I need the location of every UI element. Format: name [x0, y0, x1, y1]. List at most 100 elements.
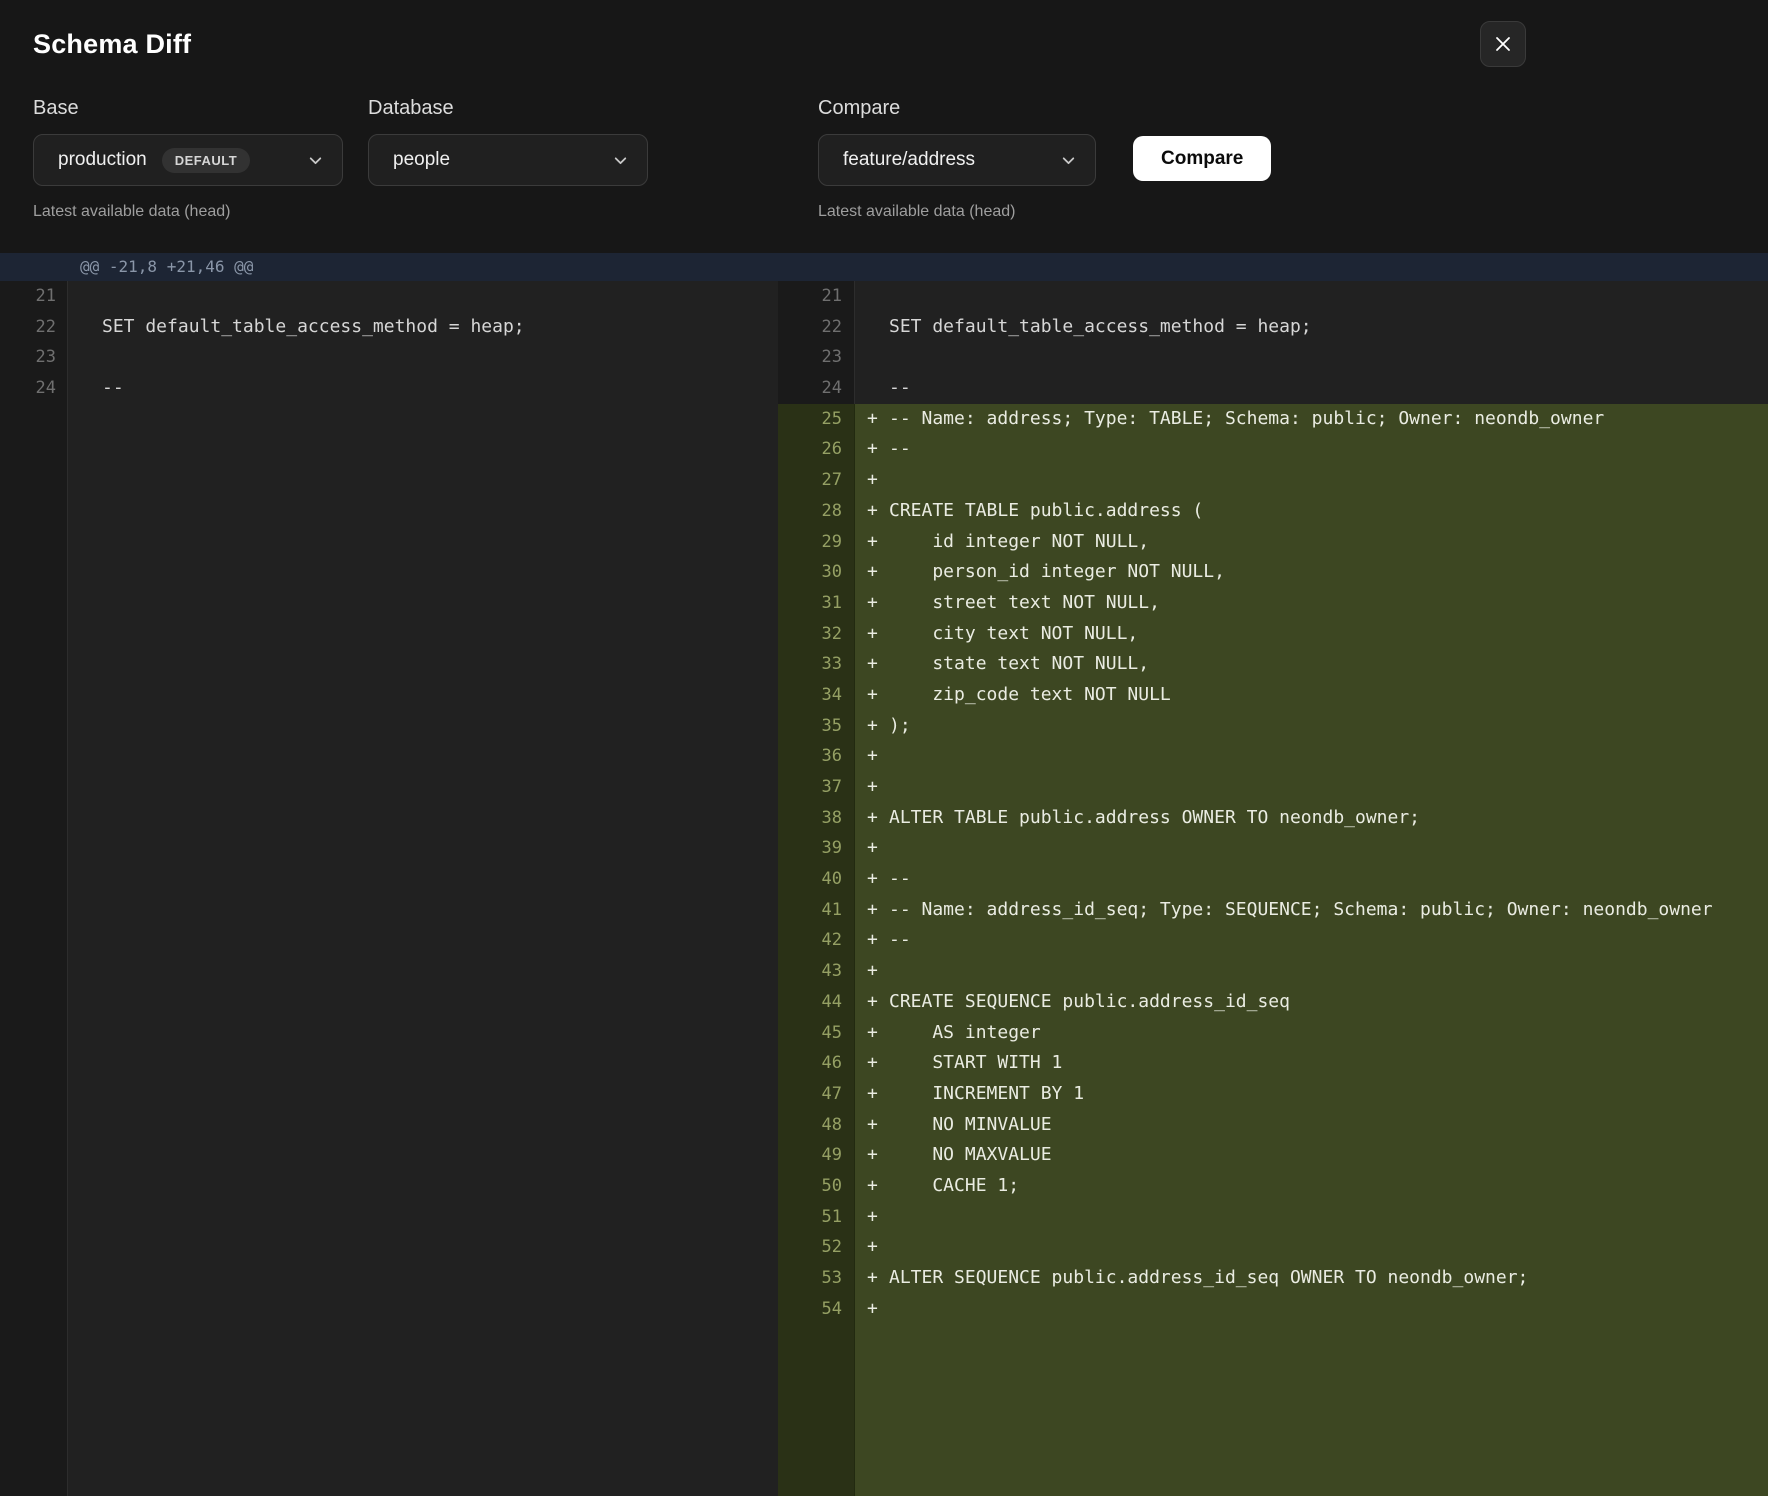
diff-line-38: 38+ALTER TABLE public.address OWNER TO n…	[778, 803, 1768, 834]
diff-sign: +	[867, 1263, 889, 1294]
code-text: --	[889, 925, 911, 956]
code-cell: + city text NOT NULL,	[855, 619, 1768, 650]
code-cell: +);	[855, 711, 1768, 742]
code-cell: SET default_table_access_method = heap;	[855, 312, 1768, 343]
diff-sign	[867, 373, 889, 404]
line-number: 24	[0, 373, 68, 404]
line-number: 21	[0, 281, 68, 312]
diff-sign	[80, 373, 102, 404]
code-text: NO MINVALUE	[889, 1110, 1052, 1141]
code-text: SET default_table_access_method = heap;	[102, 312, 525, 343]
code-cell: + INCREMENT BY 1	[855, 1079, 1768, 1110]
code-text: city text NOT NULL,	[889, 619, 1138, 650]
code-cell: + NO MAXVALUE	[855, 1140, 1768, 1171]
code-cell: + CACHE 1;	[855, 1171, 1768, 1202]
diff-sign: +	[867, 1294, 889, 1325]
code-text: ALTER SEQUENCE public.address_id_seq OWN…	[889, 1263, 1528, 1294]
code-text: ALTER TABLE public.address OWNER TO neon…	[889, 803, 1420, 834]
line-number: 26	[778, 434, 855, 465]
diff-line-24: 24--	[778, 373, 1768, 404]
code-text: CREATE SEQUENCE public.address_id_seq	[889, 987, 1290, 1018]
diff-line-25: 25+-- Name: address; Type: TABLE; Schema…	[778, 404, 1768, 435]
code-cell: +ALTER TABLE public.address OWNER TO neo…	[855, 803, 1768, 834]
diff-sign: +	[867, 404, 889, 435]
base-pane-filler	[0, 404, 778, 1496]
compare-button[interactable]: Compare	[1133, 136, 1271, 181]
diff-line-22: 22SET default_table_access_method = heap…	[778, 312, 1768, 343]
diff-line-29: 29+ id integer NOT NULL,	[778, 527, 1768, 558]
code-cell: +-- Name: address_id_seq; Type: SEQUENCE…	[855, 895, 1768, 926]
line-number: 48	[778, 1110, 855, 1141]
code-cell: +	[855, 1202, 1768, 1233]
chevron-down-icon	[1060, 152, 1077, 169]
code-cell: +	[855, 956, 1768, 987]
line-number: 23	[778, 342, 855, 373]
code-cell	[68, 281, 778, 312]
modal-header: Schema Diff	[0, 0, 1768, 88]
compare-label: Compare	[818, 96, 1096, 120]
code-text: person_id integer NOT NULL,	[889, 557, 1225, 588]
diff-line-36: 36+	[778, 741, 1768, 772]
diff-sign: +	[867, 833, 889, 864]
code-cell: +--	[855, 864, 1768, 895]
line-number: 39	[778, 833, 855, 864]
controls-bar: Base production DEFAULT Latest available…	[0, 88, 1768, 253]
compare-branch-select[interactable]: feature/address	[818, 134, 1096, 186]
code-cell: + NO MINVALUE	[855, 1110, 1768, 1141]
close-button[interactable]	[1480, 21, 1526, 67]
diff-line-54: 54+	[778, 1294, 1768, 1325]
diff-line-42: 42 +--	[778, 925, 1768, 956]
default-badge: DEFAULT	[162, 148, 250, 173]
diff-sign: +	[867, 1171, 889, 1202]
code-cell: + START WITH 1	[855, 1048, 1768, 1079]
chevron-down-icon	[612, 152, 629, 169]
base-field: Base production DEFAULT Latest available…	[33, 96, 343, 222]
code-text: AS integer	[889, 1018, 1041, 1049]
code-text: -- Name: address; Type: TABLE; Schema: p…	[889, 404, 1604, 435]
code-text: CACHE 1;	[889, 1171, 1019, 1202]
diff-line-34: 34+ zip_code text NOT NULL	[778, 680, 1768, 711]
base-branch-select[interactable]: production DEFAULT	[33, 134, 343, 186]
diff-line-43: 43+	[778, 956, 1768, 987]
line-number: 36	[778, 741, 855, 772]
code-cell	[68, 342, 778, 373]
diff-sign	[867, 281, 889, 312]
database-value: people	[393, 149, 450, 171]
code-cell: +	[855, 833, 1768, 864]
code-cell: +-- Name: address; Type: TABLE; Schema: …	[855, 404, 1768, 435]
line-number: 31	[778, 588, 855, 619]
diff-panes[interactable]: 2122SET default_table_access_method = he…	[0, 281, 1768, 1496]
line-number: 52	[778, 1232, 855, 1263]
line-number: 32	[778, 619, 855, 650]
diff-line-21: 21	[778, 281, 1768, 312]
diff-sign: +	[867, 925, 889, 956]
code-cell: +ALTER SEQUENCE public.address_id_seq OW…	[855, 1263, 1768, 1294]
base-branch-value: production	[58, 149, 147, 171]
line-number: 24	[778, 373, 855, 404]
code-text: INCREMENT BY 1	[889, 1079, 1084, 1110]
code-text: NO MAXVALUE	[889, 1140, 1052, 1171]
base-gutter-filler	[0, 404, 68, 1496]
base-rows: 2122SET default_table_access_method = he…	[0, 281, 778, 404]
line-number: 42	[778, 925, 855, 956]
line-number: 44	[778, 987, 855, 1018]
diff-sign: +	[867, 1140, 889, 1171]
code-text: SET default_table_access_method = heap;	[889, 312, 1312, 343]
line-number: 28	[778, 496, 855, 527]
diff-line-41: 41+-- Name: address_id_seq; Type: SEQUEN…	[778, 895, 1768, 926]
line-number: 21	[778, 281, 855, 312]
database-select[interactable]: people	[368, 134, 648, 186]
diff-line-44: 44+CREATE SEQUENCE public.address_id_seq	[778, 987, 1768, 1018]
diff-sign: +	[867, 1110, 889, 1141]
diff-line-47: 47+ INCREMENT BY 1	[778, 1079, 1768, 1110]
diff-sign: +	[867, 803, 889, 834]
line-number: 50	[778, 1171, 855, 1202]
compare-code-filler	[855, 1324, 1768, 1496]
base-hint: Latest available data (head)	[33, 202, 343, 222]
line-number: 41	[778, 895, 855, 926]
diff-sign: +	[867, 1048, 889, 1079]
diff-sign: +	[867, 527, 889, 558]
diff-sign: +	[867, 772, 889, 803]
diff-sign	[80, 342, 102, 373]
diff-line-39: 39 +	[778, 833, 1768, 864]
